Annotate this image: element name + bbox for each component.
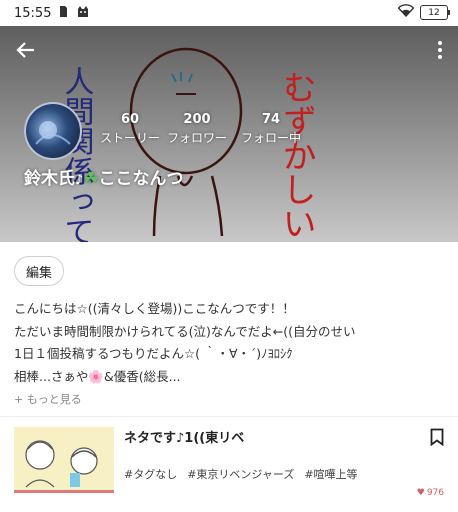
wifi-icon: [397, 4, 415, 21]
cat-icon: [76, 5, 90, 22]
profile-header: 人間関係って むずかしい 60 ストーリー 200 フォロワー 74 フォロー中…: [0, 26, 458, 242]
profile-name: 鈴木氏♪☘ここなんつ: [24, 164, 184, 189]
show-more-link[interactable]: + もっと見る: [14, 391, 82, 407]
bio-line: 1日１個投稿するつもりだよん☆( ｀・∀・´)ﾉﾖﾛｼｸ: [14, 346, 293, 361]
edit-profile-button[interactable]: 編集: [14, 256, 64, 286]
stat-label: フォロー中: [240, 131, 301, 145]
tag[interactable]: #東京リベンジャーズ: [187, 466, 294, 482]
stat-label: フォロワー: [166, 131, 227, 145]
divider: [0, 416, 458, 417]
bio-line: ただいま時間制限かけられてる(泣)なんでだよ←((自分のせい: [14, 323, 356, 339]
stat-count: 200: [183, 112, 211, 127]
stat-count: 74: [261, 112, 281, 127]
story-tags: #タグなし #東京リベンジャーズ #喧嘩上等: [124, 466, 358, 482]
status-bar: 15:55 12: [0, 0, 458, 26]
sim-icon: [59, 5, 68, 22]
bio-line: 相棒...さぁや🌸&優香(総長...: [14, 368, 181, 384]
stat-count: 60: [120, 112, 140, 127]
more-vert-icon: [438, 41, 442, 59]
more-menu-button[interactable]: [436, 40, 444, 60]
story-thumbnail[interactable]: [14, 427, 114, 493]
stat-followers[interactable]: 200 フォロワー: [162, 112, 232, 146]
clover-icon: ☘: [83, 169, 99, 189]
header-art-text-right: むずかしい: [276, 70, 316, 240]
stat-following[interactable]: 74 フォロー中: [236, 112, 306, 146]
back-button[interactable]: [14, 38, 38, 62]
name-prefix: 鈴木氏: [24, 169, 75, 189]
name-suffix: ここなんつ: [98, 169, 184, 189]
avatar[interactable]: [24, 102, 82, 160]
story-title[interactable]: ネタです♪1((東リベ: [124, 427, 244, 446]
like-count: ♥ 976: [417, 488, 444, 498]
arrow-left-icon: [16, 42, 34, 58]
status-time: 15:55: [14, 5, 52, 21]
bio-line: こんにちは☆((清々しく登場))ここなんつです！！: [14, 301, 295, 316]
tag[interactable]: #喧嘩上等: [304, 466, 357, 482]
tag[interactable]: #タグなし: [124, 466, 177, 482]
bookmark-icon: [430, 428, 444, 447]
stat-label: ストーリー: [99, 131, 160, 145]
battery-icon: 12: [420, 5, 450, 20]
bookmark-button[interactable]: [430, 428, 444, 447]
bio: こんにちは☆((清々しく登場))ここなんつです！！ ただいま時間制限かけられてる…: [14, 298, 444, 388]
stat-stories[interactable]: 60 ストーリー: [95, 112, 165, 146]
like-count-value: 976: [426, 488, 444, 498]
heart-icon: ♥: [416, 488, 425, 498]
battery-level: 12: [428, 7, 440, 18]
